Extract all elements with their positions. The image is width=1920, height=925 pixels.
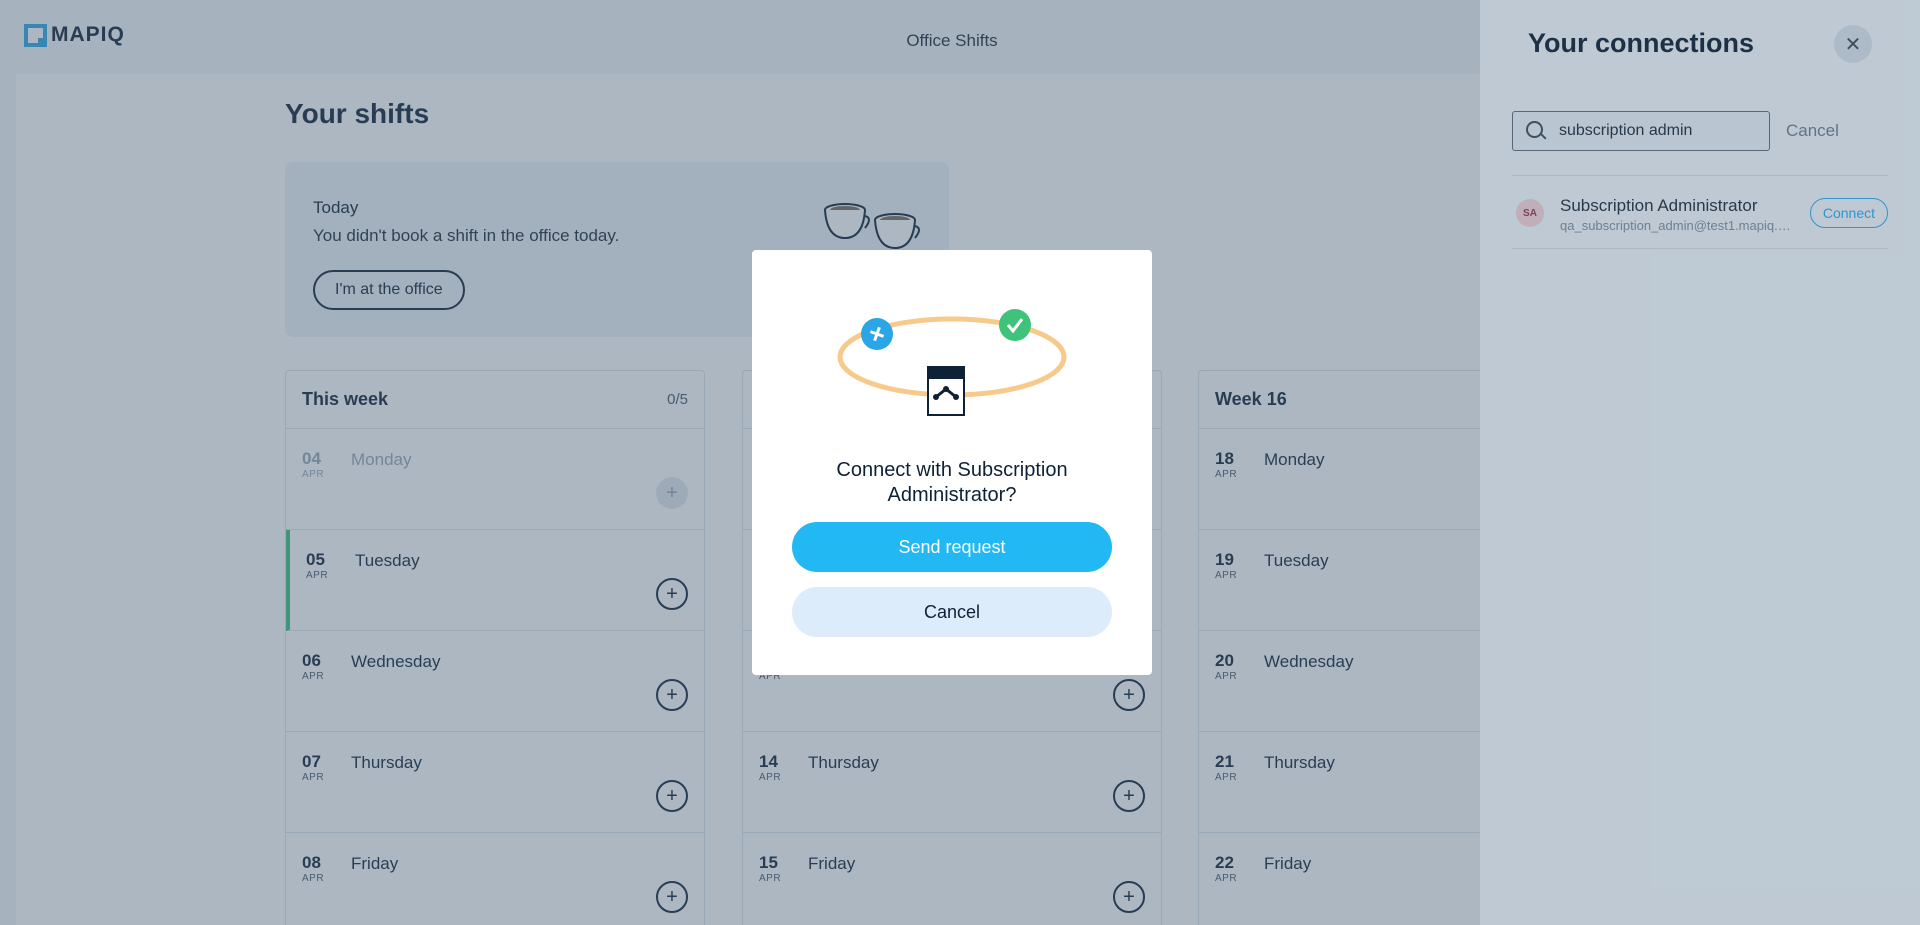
panel-backdrop [1480, 0, 1920, 925]
connect-illustration-icon [837, 309, 1067, 416]
cancel-button[interactable]: Cancel [792, 587, 1112, 637]
connect-dialog: Connect with Subscription Administrator?… [752, 250, 1152, 675]
send-request-button[interactable]: Send request [792, 522, 1112, 572]
connections-panel: Your connections ✕ Cancel SA Subscriptio… [1480, 0, 1920, 925]
modal-title: Connect with Subscription Administrator? [836, 459, 1068, 506]
